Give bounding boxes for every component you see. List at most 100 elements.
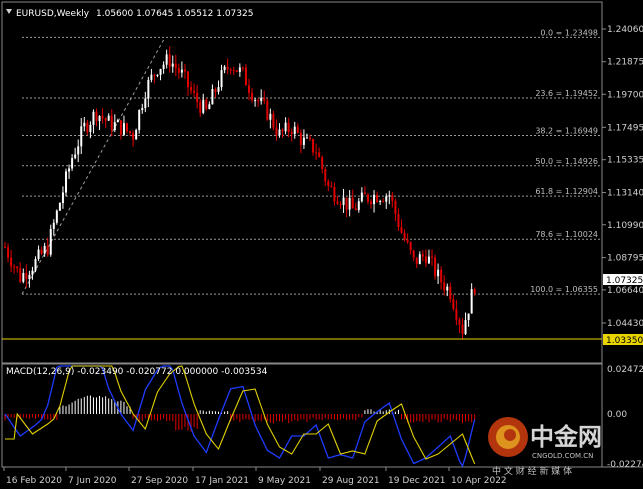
candle-body — [52, 222, 55, 229]
candle-body — [104, 118, 107, 121]
candle-body — [217, 87, 220, 92]
candle-body — [19, 268, 22, 282]
candle-body — [116, 120, 119, 123]
candle-body — [434, 257, 437, 277]
candle-body — [418, 254, 421, 265]
price-tick-label: 1.13140 — [607, 189, 643, 199]
candle-body — [431, 256, 433, 258]
candle-body — [177, 68, 180, 73]
price-tick-label: 1.21875 — [607, 58, 643, 68]
candle-body — [107, 115, 110, 121]
candle-body — [13, 266, 16, 268]
candle-body — [309, 137, 311, 139]
candle-body — [135, 130, 138, 140]
macd-tick-label: 0.00 — [607, 410, 627, 420]
macd-label: MACD(12,26,9) -0.023490 -0.020772 0.0000… — [6, 367, 268, 377]
price-axis[interactable]: 1.24060 1.21875 1.19700 1.17495 1.15335 1.131… — [602, 25, 643, 470]
fib-level-label: 78.6 = 1.10024 — [535, 230, 598, 239]
candle-body — [205, 99, 208, 110]
candle-body — [86, 122, 89, 133]
candle-body — [77, 146, 80, 155]
time-tick-label: 17 Jan 2021 — [195, 476, 249, 486]
candle-body — [156, 74, 159, 76]
candle-body — [437, 269, 440, 277]
fib-level-label: 23.6 = 1.19452 — [535, 89, 598, 98]
candle-body — [449, 286, 452, 300]
candle-body — [83, 122, 86, 127]
candle-body — [470, 289, 473, 314]
price-chart[interactable]: 0.0 = 1.23498 23.6 = 1.19452 38.2 = 1.1694… — [0, 0, 643, 489]
candle-body — [421, 254, 424, 257]
candle-body — [345, 197, 348, 210]
candle-body — [174, 63, 177, 69]
candle-body — [141, 108, 144, 111]
candle-body — [351, 197, 354, 209]
candle-body — [68, 168, 71, 172]
candle-body — [290, 132, 293, 135]
price-tick-label: 1.19700 — [607, 90, 643, 100]
candle-body — [165, 54, 168, 65]
candle-body — [266, 100, 269, 120]
fibonacci-levels[interactable]: 0.0 = 1.23498 23.6 = 1.19452 38.2 = 1.1694… — [22, 28, 600, 295]
candle-body — [187, 71, 189, 88]
candle-body — [180, 69, 183, 73]
time-tick-label: 7 Jun 2020 — [68, 476, 117, 486]
price-tick-label: 1.24060 — [607, 25, 643, 35]
candle-body — [312, 138, 315, 153]
time-axis[interactable]: 16 Feb 2020 7 Jun 2020 27 Sep 2020 17 Jan 2… — [3, 467, 507, 486]
candle-body — [257, 100, 260, 102]
price-tick-label: 1.15335 — [607, 156, 643, 166]
candle-body — [254, 100, 257, 102]
time-tick-label: 16 Feb 2020 — [6, 476, 62, 486]
price-tick-label: 1.10990 — [607, 221, 643, 231]
candle-body — [49, 228, 52, 255]
chart-window[interactable]: 0.0 = 1.23498 23.6 = 1.19452 38.2 = 1.1694… — [0, 0, 643, 489]
candle-body — [92, 111, 95, 125]
fib-level-label: 61.8 = 1.12904 — [535, 187, 598, 196]
candle-body — [458, 319, 461, 325]
candle-body — [138, 110, 141, 131]
price-tick-label: 1.08795 — [607, 254, 643, 264]
candle-body — [302, 137, 305, 145]
candle-body — [119, 120, 122, 135]
candle-body — [55, 210, 58, 223]
candle-body — [147, 79, 150, 99]
candle-body — [443, 282, 446, 291]
candle-body — [43, 245, 46, 254]
candle-body — [7, 247, 10, 258]
candle-body — [25, 272, 28, 280]
candle-body — [162, 64, 165, 69]
candle-body — [348, 197, 351, 210]
candle-body — [315, 152, 318, 154]
candle-body — [168, 54, 171, 67]
candle-body — [363, 192, 366, 195]
price-tick-label: 1.06640 — [607, 286, 643, 296]
fib-level-label: 38.2 = 1.16949 — [535, 127, 598, 136]
candle-body — [305, 137, 308, 139]
candle-body — [40, 249, 43, 254]
low-price-label: 1.03350 — [606, 336, 643, 346]
candle-body — [464, 320, 467, 335]
candle-body — [4, 247, 6, 249]
candle-body — [171, 63, 174, 67]
candle-body — [89, 124, 92, 133]
candle-body — [342, 197, 345, 206]
candle-body — [65, 171, 67, 193]
candle-body — [455, 308, 458, 320]
time-tick-label: 10 Apr 2022 — [451, 476, 507, 486]
candle-body — [28, 274, 31, 280]
chevron-down-icon[interactable] — [6, 9, 12, 14]
candle-body — [101, 115, 104, 119]
time-tick-label: 19 Dec 2021 — [388, 476, 446, 486]
macd-tick-label: -0.02274 — [607, 460, 643, 470]
candle-body — [98, 115, 101, 122]
current-price-label: 1.07325 — [606, 276, 643, 286]
candle-body — [229, 69, 232, 71]
main-panel-border — [1, 1, 603, 364]
candle-body — [330, 185, 333, 187]
candle-body — [424, 256, 427, 264]
candle-body — [366, 194, 369, 202]
candle-body — [275, 127, 278, 136]
candle-body — [61, 192, 64, 204]
candle-body — [403, 232, 406, 240]
